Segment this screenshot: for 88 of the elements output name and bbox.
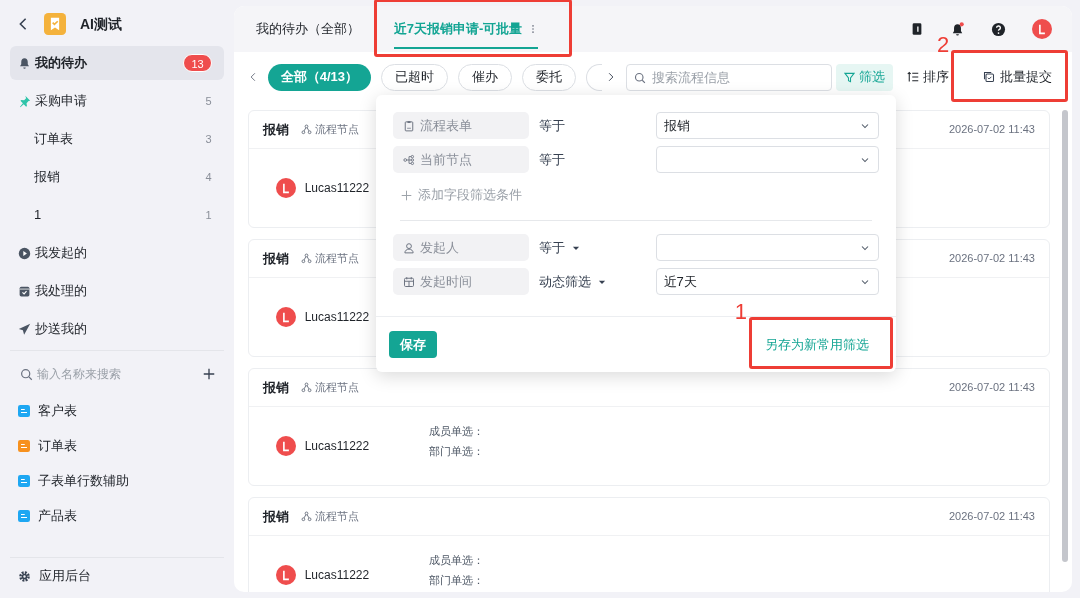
scrollbar[interactable] [1062, 110, 1068, 562]
operator-dropdown[interactable]: 等于 [539, 237, 582, 258]
node-tree-icon [402, 153, 415, 166]
value-select[interactable] [655, 234, 879, 261]
card-title: 报销 [262, 378, 289, 397]
pin-icon [18, 94, 31, 108]
form-item[interactable]: 子表单行数辅助 [10, 463, 224, 498]
settings-icon [18, 569, 31, 583]
help-icon [991, 21, 1006, 37]
search-icon [20, 367, 33, 381]
user-name: Lucas11222 [304, 438, 370, 455]
operator-dropdown[interactable]: 动态筛选 [539, 271, 608, 292]
app-logo-icon [44, 13, 66, 35]
sidebar-item[interactable]: 我的待办 13 [10, 46, 224, 80]
user-name: Lucas11222 [304, 309, 370, 326]
field-label: 成员单选： [428, 423, 484, 439]
node-label: 流程节点 [314, 509, 359, 525]
timestamp: 2026-07-02 11:43 [948, 509, 1035, 525]
notebook-icon [910, 22, 924, 36]
annotation-number: 1 [734, 301, 747, 323]
annotation-number: 2 [937, 33, 950, 56]
card-title: 报销 [262, 507, 289, 526]
user-icon [402, 241, 415, 254]
field-label: 部门单选： [428, 573, 484, 588]
batch-submit-button[interactable]: 批量提交 [977, 63, 1058, 91]
copy-check-icon [983, 71, 995, 83]
form-item[interactable]: 客户表 [10, 393, 224, 428]
flow-node-icon [300, 253, 312, 264]
form-item[interactable]: 订单表 [10, 428, 224, 463]
sidebar-item[interactable]: 采购申请 5 [10, 84, 224, 118]
app-title: AI测试 [80, 14, 122, 34]
value-select[interactable]: 报销 [655, 112, 879, 139]
clipboard-icon [402, 119, 415, 132]
sidebar-item[interactable]: 报销 4 [10, 160, 224, 194]
user-name: Lucas11222 [304, 567, 370, 584]
user-name: Lucas11222 [304, 180, 370, 197]
bell-icon [18, 56, 31, 70]
item-count: 3 [205, 131, 212, 147]
node-label: 流程节点 [314, 122, 359, 138]
sidebar-item[interactable]: 我发起的 [10, 236, 224, 270]
user-avatar [275, 565, 296, 585]
search-field[interactable]: 搜索流程信息 [626, 63, 832, 91]
user-avatar [275, 307, 296, 327]
filter-icon [844, 71, 855, 83]
send-icon [18, 322, 31, 336]
node-label: 流程节点 [314, 380, 359, 396]
add-icon [201, 367, 216, 381]
sidebar-item[interactable]: 1 1 [10, 198, 224, 232]
notification-icon [950, 21, 965, 37]
play-icon [18, 246, 31, 260]
next-icon [606, 70, 616, 84]
tab[interactable]: 我的待办（全部） [245, 9, 370, 49]
card-title: 报销 [262, 120, 289, 139]
sort-icon [907, 71, 919, 83]
count-badge: 13 [183, 54, 212, 72]
user-avatar [1032, 19, 1052, 39]
search-field[interactable]: 输入名称来搜索 [37, 365, 198, 383]
node-label: 流程节点 [314, 251, 359, 267]
card-title: 报销 [262, 249, 289, 268]
user-avatar [275, 178, 296, 198]
form-item[interactable]: 产品表 [10, 498, 224, 533]
task-card[interactable]: 报销 流程节点 2026-07-02 11:43 Lucas11222 成员单选： 部门单选： [247, 368, 1050, 486]
timestamp: 2026-07-02 11:43 [948, 251, 1035, 267]
flow-node-icon [300, 124, 312, 135]
value-select[interactable] [655, 146, 879, 173]
sidebar-item[interactable]: 订单表 3 [10, 122, 224, 156]
add-icon [400, 189, 412, 201]
operator-label: 等于 [539, 116, 566, 135]
calendar-icon [402, 275, 415, 288]
timestamp: 2026-07-02 11:43 [948, 380, 1035, 396]
item-count: 1 [205, 207, 212, 223]
item-count: 4 [205, 169, 212, 185]
sidebar-item[interactable]: 抄送我的 [10, 312, 224, 346]
item-count: 5 [205, 93, 212, 109]
task-card[interactable]: 报销 流程节点 2026-07-02 11:43 Lucas11222 成员单选： 部门单选： [247, 497, 1050, 592]
settings-link[interactable]: 应用后台 [10, 560, 224, 592]
search-icon [634, 71, 646, 84]
inbox-check-icon [18, 284, 31, 298]
flow-node-icon [300, 382, 312, 393]
timestamp: 2026-07-02 11:43 [948, 122, 1035, 138]
field-label: 部门单选： [428, 444, 484, 459]
value-select[interactable]: 近7天 [655, 268, 879, 295]
user-avatar [275, 436, 296, 456]
sidebar-item[interactable]: 我处理的 [10, 274, 224, 308]
sort-button[interactable]: 排序 [905, 63, 951, 91]
field-label: 成员单选： [428, 552, 484, 568]
flow-node-icon [300, 511, 312, 522]
operator-label: 等于 [539, 150, 566, 169]
